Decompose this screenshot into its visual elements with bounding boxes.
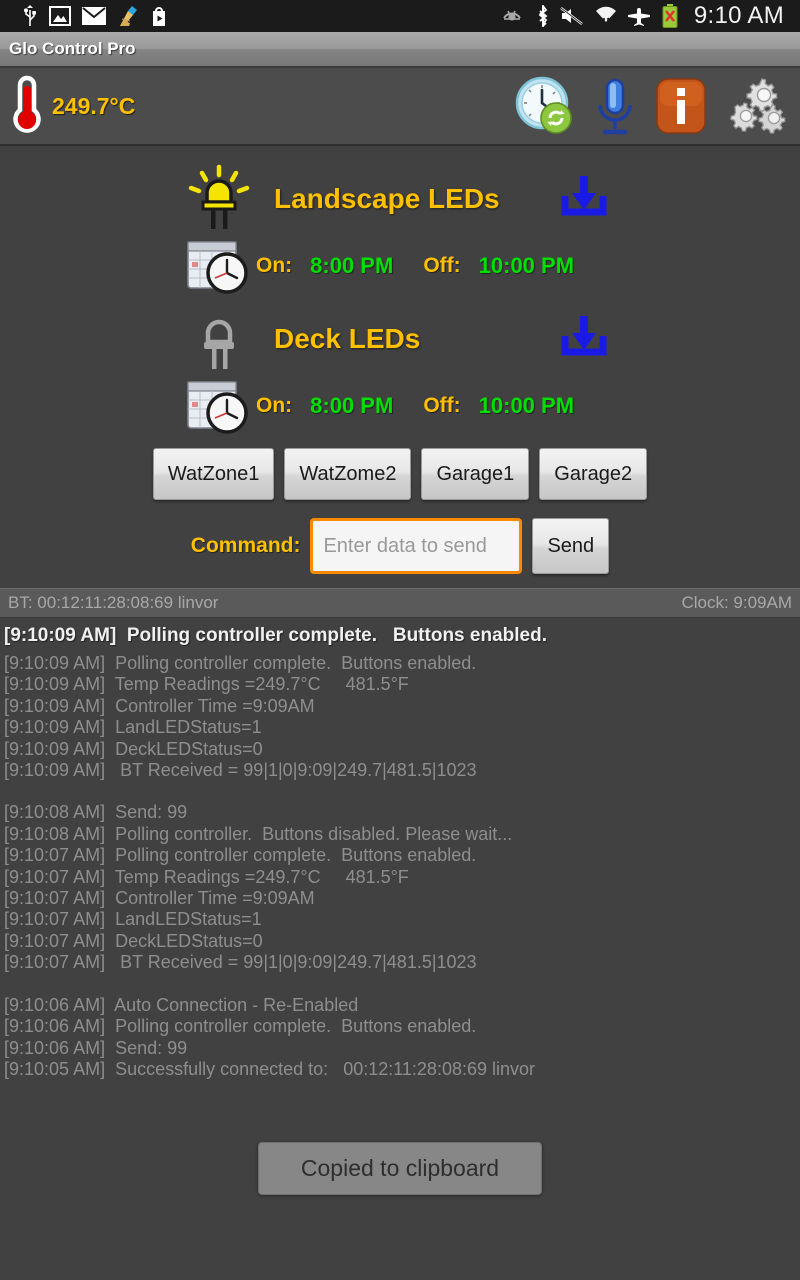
log-line: [9:10:07 AM] DeckLEDStatus=0 bbox=[4, 930, 263, 951]
led-section-deck: Deck LEDs On: 8:00 PM Off: 10:00 PM bbox=[0, 302, 800, 436]
log-line-blank bbox=[4, 974, 794, 995]
airplane-mode-icon bbox=[627, 8, 650, 26]
download-icon bbox=[561, 175, 607, 215]
app-root: 9:10 AM Glo Control Pro 249.7°C Landscap… bbox=[0, 0, 800, 1280]
log-line: [9:10:09 AM] DeckLEDStatus=0 bbox=[4, 738, 263, 759]
zone-button-garage2[interactable]: Garage2 bbox=[539, 448, 648, 500]
landscape-off-time[interactable]: 10:00 PM bbox=[479, 253, 574, 279]
toast-container: Copied to clipboard bbox=[0, 1142, 800, 1195]
log-line: [9:10:09 AM] Polling controller complete… bbox=[4, 653, 477, 673]
battery-not-charging-icon bbox=[662, 4, 678, 28]
landscape-schedule-row: On: 8:00 PM Off: 10:00 PM bbox=[0, 236, 800, 296]
gallery-icon bbox=[49, 6, 71, 26]
email-icon bbox=[82, 7, 106, 25]
smart-stay-eye-icon bbox=[503, 10, 521, 21]
zone-button-row: WatZone1 WatZome2 Garage1 Garage2 bbox=[0, 448, 800, 500]
log-line: [9:10:09 AM] LandLEDStatus=1 bbox=[4, 717, 262, 738]
log-line: [9:10:09 AM] Temp Readings =249.7°C 481.… bbox=[4, 674, 409, 695]
log-line: [9:10:07 AM] LandLEDStatus=1 bbox=[4, 909, 262, 930]
toast-message: Copied to clipboard bbox=[257, 1142, 543, 1195]
log-line: [9:10:09 AM] Controller Time =9:09AM bbox=[4, 695, 315, 716]
led-section-landscape: Landscape LEDs On: 8:00 PM Off: 10:00 PM bbox=[0, 162, 800, 296]
zone-button-watzome2[interactable]: WatZome2 bbox=[284, 448, 412, 500]
control-panel: Landscape LEDs On: 8:00 PM Off: 10:00 PM… bbox=[0, 146, 800, 588]
log-line-blank bbox=[4, 781, 794, 802]
calendar-clock-icon[interactable] bbox=[186, 378, 248, 434]
log-line: [9:10:07 AM] Temp Readings =249.7°C 481.… bbox=[4, 866, 409, 887]
console-log[interactable]: [9:10:09 AM] Polling controller complete… bbox=[0, 618, 800, 1096]
deck-off-time[interactable]: 10:00 PM bbox=[479, 393, 574, 419]
app-title-bar: Glo Control Pro bbox=[0, 32, 800, 68]
deck-on-time[interactable]: 8:00 PM bbox=[310, 393, 393, 419]
led-on-icon[interactable] bbox=[186, 164, 252, 234]
log-line: [9:10:07 AM] BT Received = 99|1|0|9:09|2… bbox=[4, 952, 477, 973]
log-line: [9:10:07 AM] Controller Time =9:09AM bbox=[4, 888, 315, 909]
usb-icon bbox=[24, 5, 36, 26]
log-line: [9:10:06 AM] Polling controller complete… bbox=[4, 1016, 477, 1037]
log-line: [9:10:08 AM] Polling controller. Buttons… bbox=[4, 823, 513, 844]
deck-on-label: On: bbox=[256, 394, 293, 417]
info-icon[interactable] bbox=[652, 75, 710, 137]
deck-download-button[interactable] bbox=[558, 314, 610, 365]
led-off-icon[interactable] bbox=[186, 304, 252, 374]
bluetooth-status-strip: BT: 00:12:11:28:08:69 linvor Clock: 9:09… bbox=[0, 588, 800, 618]
log-line: [9:10:08 AM] Send: 99 bbox=[4, 802, 188, 823]
status-bar-left-icons bbox=[10, 5, 168, 27]
landscape-on-time[interactable]: 8:00 PM bbox=[310, 253, 393, 279]
console-current-status: [9:10:09 AM] Polling controller complete… bbox=[4, 625, 547, 646]
wifi-icon bbox=[595, 6, 616, 25]
deck-title: Deck LEDs bbox=[274, 323, 421, 354]
landscape-title-row: Landscape LEDs bbox=[0, 162, 800, 236]
system-status-bar: 9:10 AM bbox=[0, 0, 800, 32]
command-row: Command: Send bbox=[0, 518, 800, 588]
log-line: [9:10:09 AM] BT Received = 99|1|0|9:09|2… bbox=[4, 760, 477, 781]
download-icon bbox=[561, 315, 607, 355]
landscape-off-label: Off: bbox=[423, 254, 461, 277]
temperature-value: 249.7°C bbox=[52, 92, 136, 119]
clock-sync-icon[interactable] bbox=[512, 75, 578, 137]
action-bar-icons bbox=[512, 75, 788, 137]
calendar-clock-icon[interactable] bbox=[186, 238, 248, 294]
landscape-on-label: On: bbox=[256, 254, 293, 277]
log-line: [9:10:06 AM] Auto Connection - Re-Enable… bbox=[4, 994, 359, 1015]
landscape-title: Landscape LEDs bbox=[274, 183, 500, 214]
deck-title-row: Deck LEDs bbox=[0, 302, 800, 376]
bluetooth-icon bbox=[538, 5, 548, 27]
deck-off-label: Off: bbox=[423, 394, 461, 417]
command-input[interactable] bbox=[310, 518, 523, 574]
thermometer-icon bbox=[13, 75, 41, 133]
system-clock: 9:10 AM bbox=[693, 2, 784, 29]
log-line: [9:10:06 AM] Send: 99 bbox=[4, 1037, 188, 1058]
sound-muted-icon bbox=[560, 7, 583, 25]
console-lines: [9:10:09 AM] Polling controller complete… bbox=[4, 653, 794, 1080]
log-line: [9:10:07 AM] Polling controller complete… bbox=[4, 845, 477, 866]
deck-schedule-row: On: 8:00 PM Off: 10:00 PM bbox=[0, 376, 800, 436]
log-line: [9:10:05 AM] Successfully connected to: … bbox=[4, 1058, 535, 1079]
status-bar-right-icons: 9:10 AM bbox=[502, 2, 790, 30]
microphone-icon[interactable] bbox=[590, 75, 640, 137]
zone-button-garage1[interactable]: Garage1 bbox=[421, 448, 530, 500]
bt-device-label: BT: 00:12:11:28:08:69 linvor bbox=[8, 593, 219, 612]
zone-button-watzone1[interactable]: WatZone1 bbox=[152, 448, 275, 500]
command-label: Command: bbox=[190, 534, 301, 557]
send-button[interactable]: Send bbox=[532, 518, 610, 574]
action-bar: 249.7°C bbox=[0, 68, 800, 146]
app-title: Glo Control Pro bbox=[9, 39, 136, 58]
controller-clock-label: Clock: 9:09AM bbox=[681, 593, 792, 612]
play-store-icon bbox=[153, 7, 165, 26]
broom-cleaner-icon bbox=[120, 6, 137, 26]
landscape-download-button[interactable] bbox=[558, 174, 610, 225]
settings-gears-icon[interactable] bbox=[722, 75, 788, 137]
temperature-display: 249.7°C bbox=[6, 75, 135, 137]
